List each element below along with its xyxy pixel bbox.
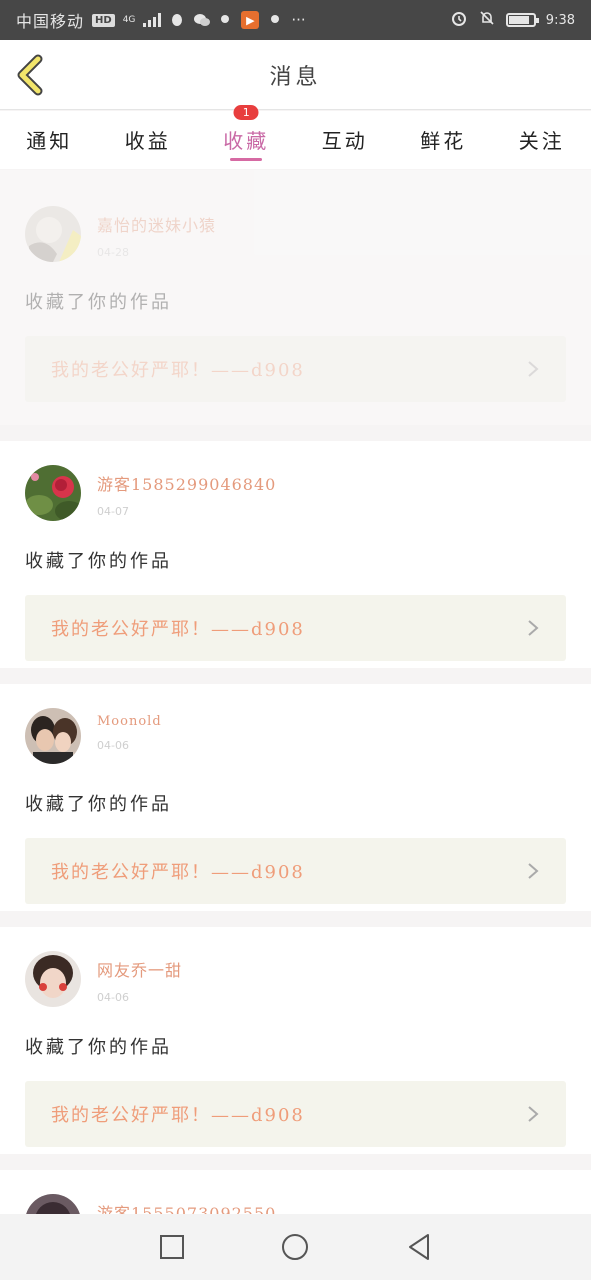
hd-badge: HD — [92, 13, 115, 27]
system-back-button[interactable] — [404, 1232, 434, 1262]
tab-label: 关注 — [518, 129, 565, 153]
square-icon — [159, 1235, 184, 1259]
tab-bar: 通知 收益 1 收藏 互动 鲜花 关注 — [0, 105, 591, 169]
app-icon: ▶ — [241, 11, 260, 29]
message-card: Moonold 04-06 收藏了你的作品 我的老公好严耶！——d908 — [0, 684, 591, 911]
message-card: 嘉怡的迷妹小猿 04-28 收藏了你的作品 我的老公好严耶！——d908 — [0, 170, 591, 425]
triangle-back-icon — [409, 1234, 430, 1260]
alarm-icon — [450, 9, 468, 31]
message-date: 04-06 — [97, 991, 129, 1004]
tab-flowers[interactable]: 鲜花 — [394, 111, 493, 169]
battery-icon — [505, 13, 539, 27]
message-date: 04-28 — [97, 246, 129, 259]
circle-icon — [282, 1234, 309, 1260]
tab-following[interactable]: 关注 — [493, 111, 591, 169]
action-text: 收藏了你的作品 — [25, 794, 172, 815]
message-date: 04-07 — [97, 505, 129, 518]
message-card: 网友乔一甜 04-06 收藏了你的作品 我的老公好严耶！——d908 — [0, 927, 591, 1154]
tab-label: 鲜花 — [420, 129, 467, 153]
action-text: 收藏了你的作品 — [25, 292, 172, 313]
tab-interaction[interactable]: 互动 — [296, 111, 395, 169]
username[interactable]: 网友乔一甜 — [97, 957, 182, 981]
work-link[interactable]: 我的老公好严耶！——d908 — [25, 1081, 566, 1147]
message-card: 游客1585299046840 04-07 收藏了你的作品 我的老公好严耶！——… — [0, 441, 591, 668]
qq-icon — [169, 13, 185, 27]
username[interactable]: 游客1585299046840 — [97, 471, 276, 495]
mute-icon — [478, 9, 496, 31]
work-link[interactable]: 我的老公好严耶！——d908 — [25, 336, 566, 402]
message-date: 04-06 — [97, 739, 129, 752]
work-link[interactable]: 我的老公好严耶！——d908 — [25, 595, 566, 661]
avatar[interactable] — [25, 206, 81, 262]
action-text: 收藏了你的作品 — [25, 1037, 172, 1058]
qq-small-icon-2 — [267, 13, 283, 27]
tab-notice[interactable]: 通知 — [0, 111, 99, 169]
work-link[interactable]: 我的老公好严耶！——d908 — [25, 838, 566, 904]
tab-label: 互动 — [321, 129, 368, 153]
avatar[interactable] — [25, 951, 81, 1007]
chevron-left-icon — [17, 54, 43, 96]
system-nav-bar — [0, 1214, 591, 1280]
avatar[interactable] — [25, 465, 81, 521]
unread-badge: 1 — [233, 105, 259, 120]
work-title: 我的老公好严耶！——d908 — [51, 360, 305, 381]
tab-favorites[interactable]: 1 收藏 — [197, 105, 296, 169]
wechat-icon — [193, 13, 211, 27]
avatar[interactable] — [25, 708, 81, 764]
back-button[interactable] — [14, 54, 48, 96]
signal-icon — [143, 13, 162, 27]
action-text: 收藏了你的作品 — [25, 551, 172, 572]
clock: 9:38 — [545, 12, 575, 28]
chevron-right-icon — [528, 1106, 539, 1122]
tab-earnings[interactable]: 收益 — [99, 111, 198, 169]
work-title: 我的老公好严耶！——d908 — [51, 862, 305, 883]
work-title: 我的老公好严耶！——d908 — [51, 1105, 305, 1126]
chevron-right-icon — [528, 620, 539, 636]
network-label: 4G — [122, 14, 136, 25]
home-button[interactable] — [280, 1232, 310, 1262]
carrier-label: 中国移动 — [16, 12, 85, 31]
username[interactable]: Moonold — [97, 714, 162, 729]
username[interactable]: 嘉怡的迷妹小猿 — [97, 212, 216, 236]
tab-label: 收藏 — [223, 129, 270, 153]
page-title: 消息 — [269, 64, 322, 90]
qq-small-icon — [217, 13, 233, 27]
chevron-right-icon — [528, 863, 539, 879]
chevron-right-icon — [528, 361, 539, 377]
recents-button[interactable] — [157, 1232, 187, 1262]
work-title: 我的老公好严耶！——d908 — [51, 619, 305, 640]
tab-label: 通知 — [26, 129, 73, 153]
tab-label: 收益 — [124, 129, 171, 153]
app-header: 消息 — [0, 40, 591, 110]
more-icon: ··· — [291, 11, 306, 29]
status-bar: 中国移动 HD 4G ▶ ··· 9:38 — [0, 0, 591, 40]
message-list: 嘉怡的迷妹小猿 04-28 收藏了你的作品 我的老公好严耶！——d908 游客1… — [0, 170, 591, 1270]
